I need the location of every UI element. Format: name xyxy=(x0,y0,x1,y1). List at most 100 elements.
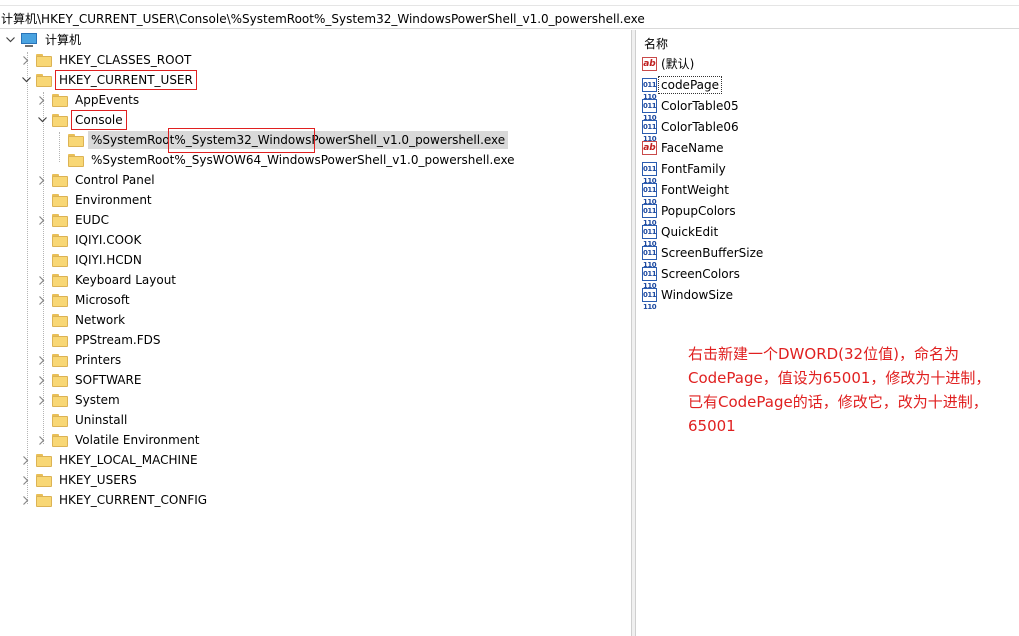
value-row[interactable]: ab (默认) xyxy=(642,54,696,74)
folder-icon xyxy=(52,273,68,287)
folder-icon xyxy=(52,373,68,387)
chevron-down-icon[interactable] xyxy=(4,30,16,50)
tree-label: HKEY_USERS xyxy=(59,473,137,487)
value-name: codePage xyxy=(658,76,722,94)
tree-label: Network xyxy=(75,313,126,327)
tree-item-network[interactable]: Network xyxy=(36,310,128,330)
chevron-right-icon[interactable] xyxy=(36,270,48,290)
tree-label: HKEY_LOCAL_MACHINE xyxy=(59,453,198,467)
chevron-right-icon[interactable] xyxy=(20,470,32,490)
string-value-icon: ab xyxy=(642,141,657,155)
tree-item-hkey-current-config[interactable]: HKEY_CURRENT_CONFIG xyxy=(20,490,210,510)
tree-item-hkey-current-user[interactable]: HKEY_CURRENT_USER xyxy=(20,70,197,90)
chevron-right-icon[interactable] xyxy=(36,210,48,230)
value-row[interactable]: 011 110 ColorTable05 xyxy=(642,96,741,122)
annotation-line: CodePage，值设为65001，修改为十进制， xyxy=(688,369,991,387)
value-name: ScreenColors xyxy=(661,267,740,281)
folder-icon xyxy=(52,313,68,327)
value-row[interactable]: 011 110 ScreenColors xyxy=(642,264,742,290)
column-header-name[interactable]: 名称 xyxy=(644,35,668,52)
binary-value-icon: 011 110 xyxy=(642,288,657,311)
folder-icon xyxy=(52,233,68,247)
chevron-right-icon[interactable] xyxy=(20,50,32,70)
value-row[interactable]: 011 110 ColorTable06 xyxy=(642,117,741,143)
value-row[interactable]: 011 110 FontWeight xyxy=(642,180,731,206)
folder-icon xyxy=(52,173,68,187)
tree-item-environment[interactable]: Environment xyxy=(36,190,155,210)
folder-icon xyxy=(52,393,68,407)
tree-label: IQIYI.COOK xyxy=(75,233,142,247)
chevron-right-icon[interactable] xyxy=(36,430,48,450)
values-list[interactable]: 名称 ab (默认) 011 110 codePage 011 110 ColorT… xyxy=(636,30,1019,636)
chevron-right-icon[interactable] xyxy=(20,450,32,470)
tree-item-control-panel[interactable]: Control Panel xyxy=(36,170,158,190)
tree-item-microsoft[interactable]: Microsoft xyxy=(36,290,133,310)
annotation-line: 右击新建一个DWORD(32位值)，命名为 xyxy=(688,345,959,363)
tree-item-hkey-classes-root[interactable]: HKEY_CLASSES_ROOT xyxy=(20,50,194,70)
tree-item-volatile-environment[interactable]: Volatile Environment xyxy=(36,430,203,450)
value-name: QuickEdit xyxy=(661,225,719,239)
value-name: ScreenBufferSize xyxy=(661,246,764,260)
tree-item-system[interactable]: System xyxy=(36,390,123,410)
folder-icon xyxy=(52,433,68,447)
chevron-right-icon[interactable] xyxy=(20,490,32,510)
value-name: FontFamily xyxy=(661,162,726,176)
chevron-right-icon[interactable] xyxy=(36,170,48,190)
address-bar[interactable]: 计算机\HKEY_CURRENT_USER\Console\%SystemRoo… xyxy=(0,7,1019,29)
tree-item-powershell-syswow64[interactable]: %SystemRoot%_SysWOW64_WindowsPowerShell_… xyxy=(52,150,518,170)
tree-item-keyboard-layout[interactable]: Keyboard Layout xyxy=(36,270,179,290)
tree-item-powershell-system32[interactable]: %SystemRoot%_System32_WindowsPowerShell_… xyxy=(52,128,509,153)
tree-item-eudc[interactable]: EUDC xyxy=(36,210,112,230)
tree-item-iqiyi-hcdn[interactable]: IQIYI.HCDN xyxy=(36,250,145,270)
value-row[interactable]: 011 110 FontFamily xyxy=(642,159,728,185)
tree-label: Control Panel xyxy=(75,173,155,187)
value-row[interactable]: 011 110 WindowSize xyxy=(642,285,735,311)
annotation-line: 65001 xyxy=(688,417,736,435)
value-name: ColorTable06 xyxy=(661,120,739,134)
chevron-right-icon[interactable] xyxy=(36,370,48,390)
tree-item-iqiyi-cook[interactable]: IQIYI.COOK xyxy=(36,230,144,250)
tree-label: %SystemRoot%_SysWOW64_WindowsPowerShell_… xyxy=(91,153,515,167)
tree-item-software[interactable]: SOFTWARE xyxy=(36,370,144,390)
computer-icon xyxy=(20,32,38,48)
chevron-down-icon[interactable] xyxy=(20,70,32,90)
value-row[interactable]: 011 110 codePage xyxy=(642,75,722,101)
tree-item-appevents[interactable]: AppEvents xyxy=(36,90,142,110)
tree-label: Environment xyxy=(75,193,152,207)
value-row[interactable]: 011 110 QuickEdit xyxy=(642,222,720,248)
tree-label: SOFTWARE xyxy=(75,373,142,387)
tree-item-computer[interactable]: 计算机 xyxy=(4,30,84,50)
tree-label: Volatile Environment xyxy=(75,433,200,447)
highlight-box xyxy=(168,128,315,153)
tree-item-console[interactable]: Console xyxy=(36,110,127,130)
tree-item-ppstream-fds[interactable]: PPStream.FDS xyxy=(36,330,163,350)
value-row[interactable]: 011 110 ScreenBufferSize xyxy=(642,243,765,269)
value-row[interactable]: ab FaceName xyxy=(642,138,726,158)
binary-value-icon: 011 110 xyxy=(642,120,657,143)
chevron-right-icon[interactable] xyxy=(36,350,48,370)
tree-label: Keyboard Layout xyxy=(75,273,177,287)
tree-item-hkey-users[interactable]: HKEY_USERS xyxy=(20,470,140,490)
no-expander xyxy=(36,410,48,430)
chevron-down-icon[interactable] xyxy=(36,110,48,130)
chevron-right-icon[interactable] xyxy=(36,290,48,310)
value-name: (默认) xyxy=(661,57,695,71)
registry-tree[interactable]: 计算机 HKEY_CLASSES_ROOT HKEY_CURRENT_USER … xyxy=(0,30,631,636)
tree-item-printers[interactable]: Printers xyxy=(36,350,124,370)
folder-icon xyxy=(52,413,68,427)
folder-icon xyxy=(52,193,68,207)
binary-value-icon: 011 110 xyxy=(642,267,657,290)
value-row[interactable]: 011 110 PopupColors xyxy=(642,201,738,227)
string-value-icon: ab xyxy=(642,57,657,71)
tree-label: EUDC xyxy=(75,213,109,227)
no-expander xyxy=(36,250,48,270)
chevron-right-icon[interactable] xyxy=(36,90,48,110)
tree-item-hkey-local-machine[interactable]: HKEY_LOCAL_MACHINE xyxy=(20,450,201,470)
binary-value-icon: 011 110 xyxy=(642,78,657,101)
folder-icon xyxy=(52,253,68,267)
address-path: 计算机\HKEY_CURRENT_USER\Console\%SystemRoo… xyxy=(1,12,645,26)
chevron-right-icon[interactable] xyxy=(36,390,48,410)
value-name: FaceName xyxy=(661,141,724,155)
folder-icon xyxy=(52,213,68,227)
tree-item-uninstall[interactable]: Uninstall xyxy=(36,410,130,430)
